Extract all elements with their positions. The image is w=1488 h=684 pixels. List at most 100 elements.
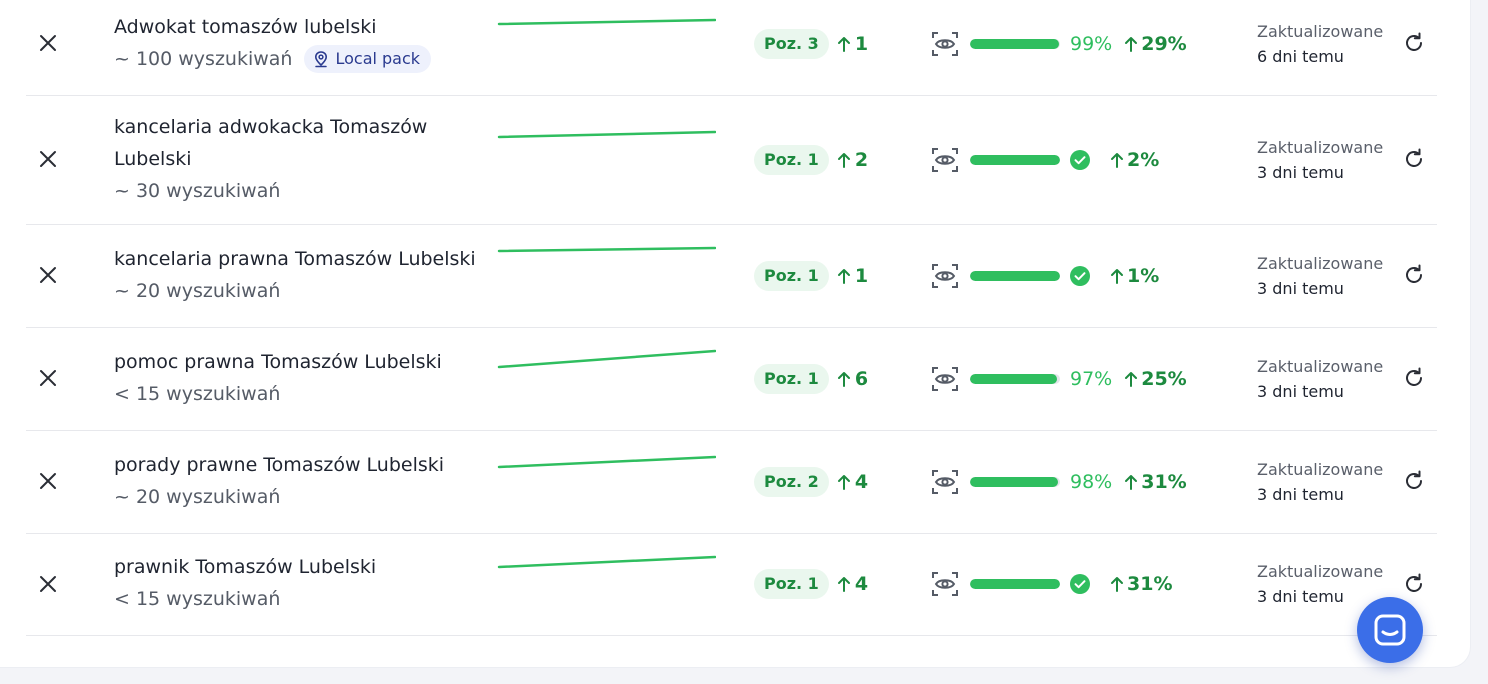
updated-label: Zaktualizowane — [1257, 254, 1384, 273]
visibility-bar-fill — [970, 477, 1059, 487]
visibility-change-value: 31% — [1141, 471, 1187, 493]
search-volume: < 15 wyszukiwań — [114, 588, 281, 610]
remove-keyword-button[interactable] — [35, 571, 61, 597]
close-icon — [40, 576, 56, 592]
search-volume: < 15 wyszukiwań — [114, 383, 281, 405]
visibility-bar — [970, 155, 1060, 165]
visibility-bar — [970, 374, 1060, 384]
arrow-up-icon — [1125, 37, 1138, 52]
visibility-change: 31% — [1124, 471, 1187, 493]
visibility-bar-fill — [970, 579, 1060, 589]
updated-value: 3 dni temu — [1257, 279, 1344, 298]
keyword-name: pomoc prawna Tomaszów Lubelski — [114, 351, 442, 373]
search-volume: ~ 20 wyszukiwań — [114, 280, 281, 302]
arrow-up-icon — [837, 153, 850, 168]
arrow-up-icon — [1111, 577, 1123, 592]
trend-sparkline — [497, 555, 716, 569]
remove-keyword-button[interactable] — [35, 30, 61, 56]
visibility-bar — [970, 477, 1060, 487]
position-change: 4 — [837, 573, 868, 595]
keyword-row: kancelaria prawna Tomaszów Lubelski ~ 20… — [26, 225, 1437, 328]
remove-keyword-button[interactable] — [35, 468, 61, 494]
refresh-icon[interactable] — [1402, 366, 1426, 390]
updated-value: 3 dni temu — [1257, 485, 1344, 504]
map-pin-icon — [315, 51, 328, 68]
updated-value: 6 dni temu — [1257, 47, 1344, 66]
position-pill: Poz. 1 — [754, 145, 829, 175]
position-pill: Poz. 1 — [754, 569, 829, 599]
position-change-value: 2 — [854, 149, 869, 171]
position-pill: Poz. 1 — [754, 261, 829, 291]
position-pill: Poz. 1 — [754, 364, 829, 394]
visibility-bar-fill — [970, 374, 1058, 384]
trend-sparkline — [497, 130, 716, 139]
visibility-bar-fill — [970, 271, 1060, 281]
close-icon — [40, 35, 56, 51]
visibility-bar-fill — [970, 39, 1060, 49]
position-change: 4 — [837, 471, 868, 493]
visibility-percent: 97% — [1070, 368, 1113, 390]
visibility-bar — [970, 271, 1060, 281]
position-pill: Poz. 3 — [754, 29, 829, 59]
check-circle-icon — [1070, 574, 1090, 594]
remove-keyword-button[interactable] — [35, 365, 61, 391]
updated-label: Zaktualizowane — [1257, 460, 1384, 479]
trend-sparkline — [497, 246, 716, 253]
chat-icon — [1374, 614, 1406, 646]
visibility-change-value: 25% — [1141, 368, 1187, 390]
arrow-up-icon — [837, 269, 850, 284]
arrow-up-icon — [837, 475, 850, 490]
visibility-change-value: 1% — [1127, 265, 1160, 287]
close-icon — [40, 151, 56, 167]
refresh-icon[interactable] — [1402, 147, 1426, 171]
visibility-change: 29% — [1124, 33, 1187, 55]
position-change-value: 1 — [854, 33, 869, 55]
position-change-value: 4 — [854, 573, 869, 595]
updated-value: 3 dni temu — [1257, 587, 1344, 606]
keyword-row: Adwokat tomaszów lubelski ~ 100 wyszukiw… — [26, 0, 1437, 96]
position-change: 1 — [837, 265, 868, 287]
visibility-bar — [970, 39, 1060, 49]
position-change-value: 1 — [854, 265, 869, 287]
search-volume: ~ 20 wyszukiwań — [114, 486, 281, 508]
eye-icon — [932, 148, 958, 172]
eye-icon — [932, 367, 958, 391]
badge-label: Local pack — [335, 49, 421, 68]
eye-icon — [932, 572, 958, 596]
check-circle-icon — [1070, 266, 1090, 286]
arrow-up-icon — [837, 577, 850, 592]
refresh-icon[interactable] — [1402, 31, 1426, 55]
updated-label: Zaktualizowane — [1257, 357, 1384, 376]
remove-keyword-button[interactable] — [35, 146, 61, 172]
keyword-name: prawnik Tomaszów Lubelski — [114, 556, 377, 578]
arrow-up-icon — [1111, 269, 1123, 284]
keyword-name: Adwokat tomaszów lubelski — [114, 16, 377, 38]
eye-icon — [932, 470, 958, 494]
arrow-up-icon — [837, 37, 850, 52]
local-pack-badge: Local pack — [304, 45, 432, 73]
refresh-icon[interactable] — [1402, 263, 1426, 287]
refresh-icon[interactable] — [1402, 469, 1426, 493]
arrow-up-icon — [1125, 372, 1138, 387]
search-volume: ~ 30 wyszukiwań — [114, 180, 281, 202]
trend-sparkline — [497, 18, 716, 26]
visibility-percent: 99% — [1070, 33, 1113, 55]
visibility-change: 25% — [1124, 368, 1187, 390]
updated-value: 3 dni temu — [1257, 163, 1344, 182]
remove-keyword-button[interactable] — [35, 262, 61, 288]
keyword-row: prawnik Tomaszów Lubelski < 15 wyszukiwa… — [26, 534, 1437, 636]
keyword-name: kancelaria prawna Tomaszów Lubelski — [114, 248, 476, 270]
position-change-value: 4 — [854, 471, 869, 493]
updated-label: Zaktualizowane — [1257, 22, 1384, 41]
updated-label: Zaktualizowane — [1257, 138, 1384, 157]
keyword-name: kancelaria adwokacka Tomaszów Lubelski — [114, 116, 428, 170]
eye-icon — [932, 32, 958, 56]
keyword-row: porady prawne Tomaszów Lubelski ~ 20 wys… — [26, 431, 1437, 534]
trend-sparkline — [497, 455, 716, 469]
visibility-change: 1% — [1110, 265, 1159, 287]
close-icon — [40, 370, 56, 386]
refresh-icon[interactable] — [1402, 572, 1426, 596]
position-change-value: 6 — [854, 368, 869, 390]
chat-launcher-button[interactable] — [1357, 597, 1423, 663]
keyword-name: porady prawne Tomaszów Lubelski — [114, 454, 445, 476]
